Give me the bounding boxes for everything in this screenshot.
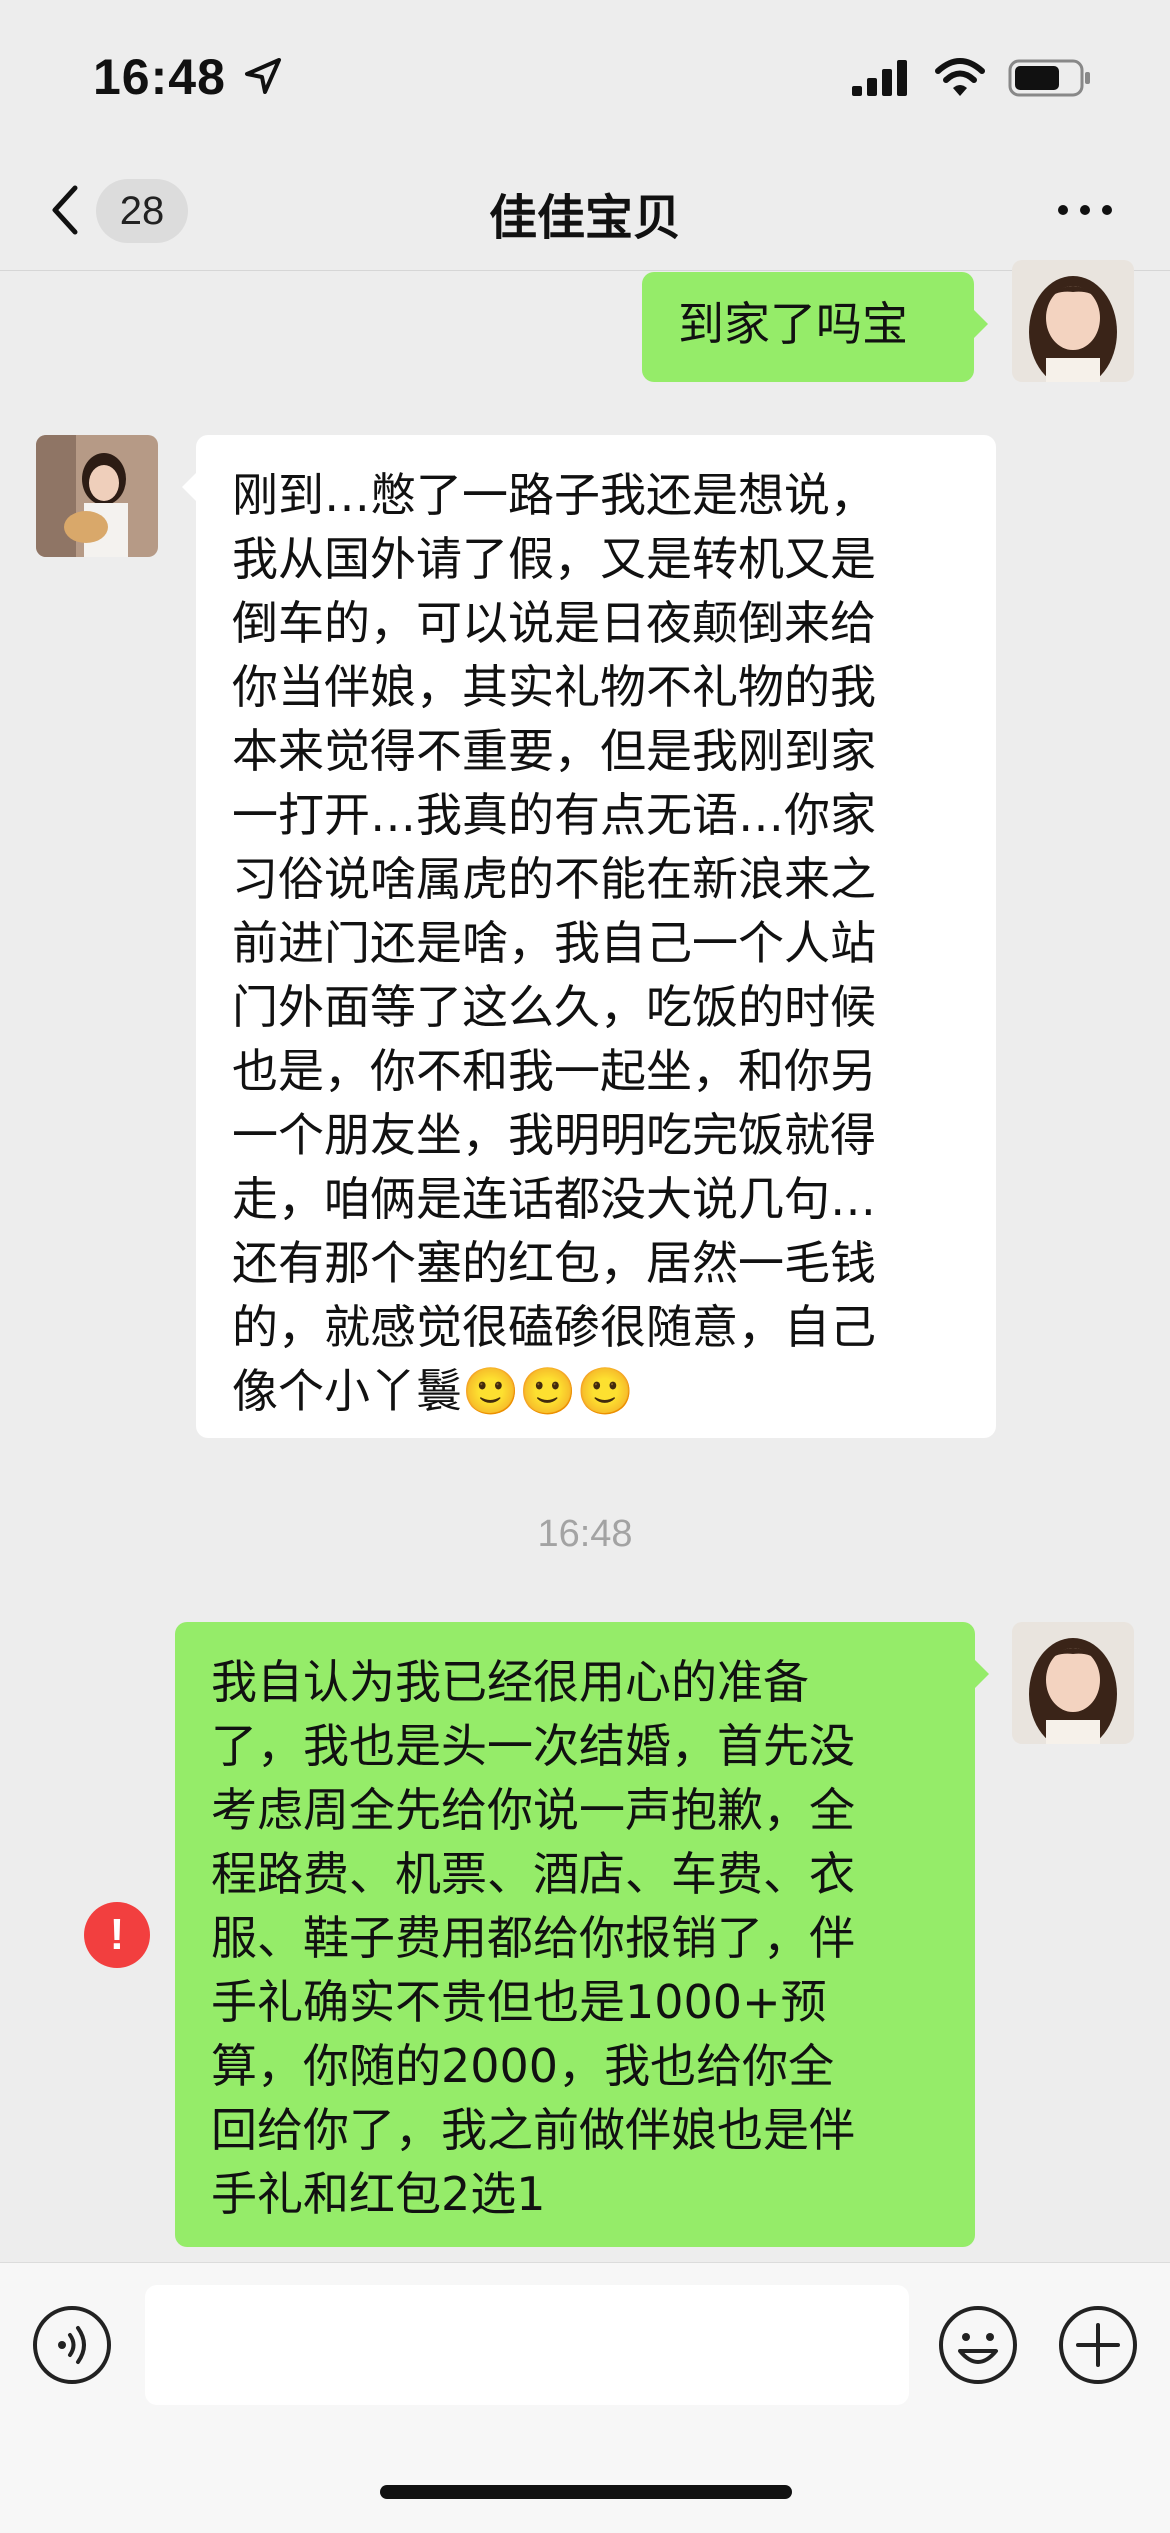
- home-indicator[interactable]: [380, 2485, 792, 2499]
- chat-title: 佳佳宝贝: [488, 190, 681, 246]
- message-timestamp: 16:48: [537, 1513, 633, 1555]
- incoming-message-bubble[interactable]: 刚到…憋了一路子我还是想说， 我从国外请了假，又是转机又是 倒车的，可以说是日夜…: [182, 435, 996, 1438]
- status-bar: 16:48: [0, 0, 1170, 150]
- my-avatar[interactable]: [1012, 260, 1134, 382]
- signal-icon: [852, 60, 907, 96]
- contact-avatar[interactable]: [36, 435, 158, 557]
- outgoing-message-bubble[interactable]: 我自认为我已经很用心的准备 了，我也是头一次结婚，首先没 考虑周全先给你说一声抱…: [175, 1622, 989, 2247]
- battery-icon: [1008, 59, 1090, 97]
- emoji-icon[interactable]: [936, 2303, 1020, 2387]
- wifi-icon: [935, 58, 985, 96]
- my-avatar[interactable]: [1012, 1622, 1134, 1744]
- more-dots-icon[interactable]: [1055, 200, 1115, 220]
- status-time: 16:48: [93, 49, 226, 105]
- voice-icon[interactable]: [30, 2303, 114, 2387]
- message-text: 我自认为我已经很用心的准备 了，我也是头一次结婚，首先没 考虑周全先给你说一声抱…: [211, 1655, 855, 2221]
- message-text: 刚到…憋了一路子我还是想说， 我从国外请了假，又是转机又是 倒车的，可以说是日夜…: [232, 468, 876, 1418]
- send-failed-error-icon[interactable]: !: [84, 1902, 150, 1968]
- message-input[interactable]: [145, 2285, 909, 2405]
- message-text: 到家了吗宝: [678, 297, 908, 351]
- location-arrow-icon: [245, 58, 281, 94]
- chat-header: 28 佳佳宝贝: [0, 150, 1170, 271]
- plus-icon[interactable]: [1056, 2303, 1140, 2387]
- chat-input-bar: [0, 2262, 1170, 2533]
- outgoing-message-bubble[interactable]: 到家了吗宝: [642, 272, 988, 382]
